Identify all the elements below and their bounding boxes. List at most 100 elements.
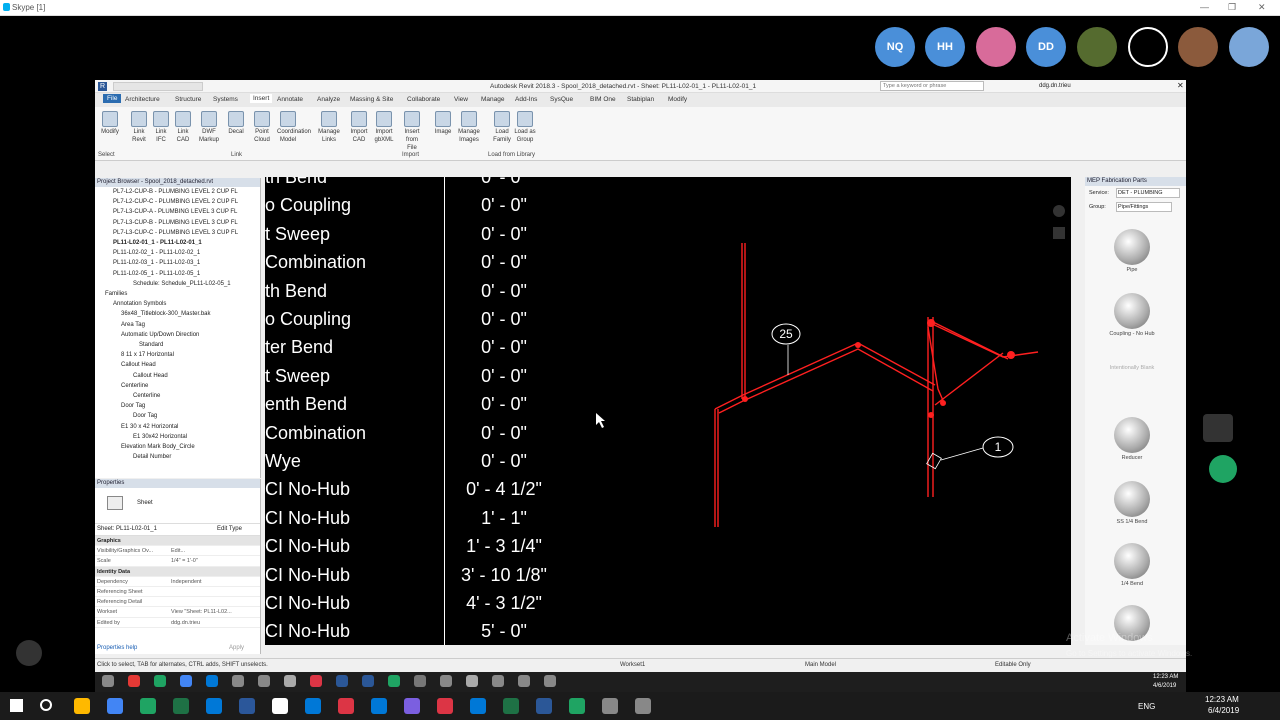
browser-item[interactable]: E1 30x42 Horizontal xyxy=(99,432,260,442)
properties-help-link[interactable]: Properties help xyxy=(97,645,137,651)
revit-logo-icon[interactable]: R xyxy=(98,82,107,91)
schedule-row[interactable]: CI No-Hub 1' - 1" xyxy=(265,506,563,534)
schedule-row[interactable]: o Coupling 0' - 0" xyxy=(265,307,563,335)
image-button[interactable]: Image xyxy=(432,111,454,136)
fabrication-part[interactable]: Coupling - No Hub xyxy=(1089,293,1175,337)
workset-select[interactable]: Workset1 xyxy=(620,662,645,668)
schedule-row[interactable]: CI No-Hub 3' - 10 1/8" xyxy=(265,563,563,591)
remote-taskbar-icon[interactable] xyxy=(466,675,478,687)
search-input[interactable] xyxy=(880,81,984,91)
tab-stabiplan[interactable]: Stabiplan xyxy=(627,96,654,103)
taskbar-app-icon[interactable] xyxy=(206,698,222,714)
editable-only-checkbox[interactable]: Editable Only xyxy=(995,662,1031,668)
taskbar-app-icon[interactable] xyxy=(569,698,585,714)
import-gbxml-button[interactable]: Import gbXML xyxy=(373,111,395,144)
coordination-model-button[interactable]: Coordination Model xyxy=(277,111,311,144)
schedule-row[interactable]: o Coupling 0' - 0" xyxy=(265,193,563,221)
browser-item[interactable]: Families xyxy=(99,289,260,299)
property-row[interactable]: Edited by ddg.dn.trieu xyxy=(95,618,260,628)
windows-start-icon[interactable] xyxy=(10,699,23,712)
fabrication-part[interactable]: Pipe xyxy=(1089,229,1175,273)
remote-taskbar-icon[interactable] xyxy=(440,675,452,687)
skype-float-icon[interactable] xyxy=(16,640,42,666)
schedule-row[interactable]: CI No-Hub 1' - 3 1/4" xyxy=(265,534,563,562)
browser-item[interactable]: Door Tag xyxy=(99,411,260,421)
remote-taskbar-icon[interactable] xyxy=(154,675,166,687)
browser-item[interactable]: E1 30 x 42 Horizontal xyxy=(99,422,260,432)
browser-item[interactable]: PL7-L3-CUP-C - PLUMBING LEVEL 3 CUP FL xyxy=(99,228,260,238)
close-icon[interactable]: ✕ xyxy=(1258,2,1266,13)
browser-item[interactable]: PL11-L02-02_1 - PL11-L02-02_1 xyxy=(99,248,260,258)
browser-item[interactable]: Detail Number xyxy=(99,452,260,462)
schedule-view[interactable]: th Bend 0' - 0" o Coupling 0' - 0" t Sweep 0'… xyxy=(265,177,563,645)
service-select[interactable]: DET - PLUMBING xyxy=(1116,188,1180,198)
fabrication-part[interactable]: SS 1/4 Bend xyxy=(1089,481,1175,525)
taskbar-app-icon[interactable] xyxy=(74,698,90,714)
browser-item[interactable]: PL7-L3-CUP-A - PLUMBING LEVEL 3 CUP FL xyxy=(99,207,260,217)
participant-avatar[interactable]: NQ xyxy=(875,27,915,67)
import-cad-button[interactable]: Import CAD xyxy=(348,111,370,144)
taskbar-app-icon[interactable] xyxy=(140,698,156,714)
tab-view[interactable]: View xyxy=(454,96,468,103)
tab-annotate[interactable]: Annotate xyxy=(277,96,303,103)
tab-structure[interactable]: Structure xyxy=(175,96,201,103)
taskbar-app-icon[interactable] xyxy=(107,698,123,714)
tab-massing-site[interactable]: Massing & Site xyxy=(350,96,393,103)
participant-avatar[interactable] xyxy=(1077,27,1117,67)
drawing-canvas[interactable]: 25 1 xyxy=(563,177,1071,645)
modify-button[interactable]: Modify xyxy=(99,111,121,136)
fabrication-part[interactable]: 1/4 Bend xyxy=(1089,543,1175,587)
link-ifc-button[interactable]: Link IFC xyxy=(150,111,172,144)
clock-time[interactable]: 12:23 AM xyxy=(1205,695,1239,704)
tab-modify[interactable]: Modify xyxy=(668,96,687,103)
search-icon[interactable] xyxy=(40,699,52,711)
apply-button[interactable]: Apply xyxy=(229,645,244,651)
property-row[interactable]: Visibility/Graphics Ov... Edit... xyxy=(95,546,260,557)
browser-item[interactable]: Centerline xyxy=(99,391,260,401)
revit-close-icon[interactable]: ✕ xyxy=(1177,81,1184,90)
taskbar-app-icon[interactable] xyxy=(272,698,288,714)
property-row[interactable]: Workset View "Sheet: PL11-L02... xyxy=(95,607,260,618)
restore-icon[interactable]: ❐ xyxy=(1228,2,1236,13)
browser-item[interactable]: PL7-L2-CUP-C - PLUMBING LEVEL 2 CUP FL xyxy=(99,197,260,207)
tab-add-ins[interactable]: Add-Ins xyxy=(515,96,537,103)
browser-item[interactable]: PL7-L3-CUP-B - PLUMBING LEVEL 3 CUP FL xyxy=(99,218,260,228)
browser-item[interactable]: PL11-L02-05_1 - PL11-L02-05_1 xyxy=(99,269,260,279)
tab-file[interactable]: File xyxy=(103,94,122,103)
taskbar-app-icon[interactable] xyxy=(305,698,321,714)
browser-item[interactable]: Callout Head xyxy=(99,360,260,370)
model-select[interactable]: Main Model xyxy=(805,662,836,668)
property-row[interactable]: Referencing Detail xyxy=(95,597,260,608)
tab-insert[interactable]: Insert xyxy=(250,94,273,103)
remote-taskbar-icon[interactable] xyxy=(102,675,114,687)
zoom-icon[interactable] xyxy=(1053,227,1065,239)
tab-analyze[interactable]: Analyze xyxy=(317,96,340,103)
schedule-row[interactable]: th Bend 0' - 0" xyxy=(265,279,563,307)
tab-manage[interactable]: Manage xyxy=(481,96,505,103)
hangouts-icon[interactable] xyxy=(1209,455,1237,483)
browser-item[interactable]: Centerline xyxy=(99,381,260,391)
fabrication-part[interactable]: Reducer xyxy=(1089,417,1175,461)
participant-avatar[interactable]: DD xyxy=(1026,27,1066,67)
schedule-row[interactable]: t Sweep 0' - 0" xyxy=(265,364,563,392)
group-select[interactable]: Pipe/Fittings xyxy=(1116,202,1172,212)
browser-item[interactable]: Schedule: Schedule_PL11-L02-05_1 xyxy=(99,279,260,289)
user-name[interactable]: ddg.dn.trieu xyxy=(1039,83,1071,89)
tab-bim-one[interactable]: BIM One xyxy=(590,96,616,103)
taskbar-app-icon[interactable] xyxy=(404,698,420,714)
taskbar-app-icon[interactable] xyxy=(536,698,552,714)
remote-taskbar-icon[interactable] xyxy=(284,675,296,687)
taskbar-app-icon[interactable] xyxy=(470,698,486,714)
browser-item[interactable]: 8 11 x 17 Horizontal xyxy=(99,350,260,360)
edit-type-button[interactable]: Edit Type xyxy=(217,526,242,532)
tab-architecture[interactable]: Architecture xyxy=(125,96,160,103)
taskbar-app-icon[interactable] xyxy=(602,698,618,714)
tab-sysque[interactable]: SysQue xyxy=(550,96,573,103)
language-indicator[interactable]: ENG xyxy=(1138,702,1155,711)
remote-taskbar-icon[interactable] xyxy=(544,675,556,687)
browser-item[interactable]: Standard xyxy=(99,340,260,350)
tab-systems[interactable]: Systems xyxy=(213,96,238,103)
browser-item[interactable]: Elevation Mark Body_Circle xyxy=(99,442,260,452)
schedule-row[interactable]: CI No-Hub 0' - 4 1/2" xyxy=(265,477,563,505)
remote-taskbar-icon[interactable] xyxy=(258,675,270,687)
